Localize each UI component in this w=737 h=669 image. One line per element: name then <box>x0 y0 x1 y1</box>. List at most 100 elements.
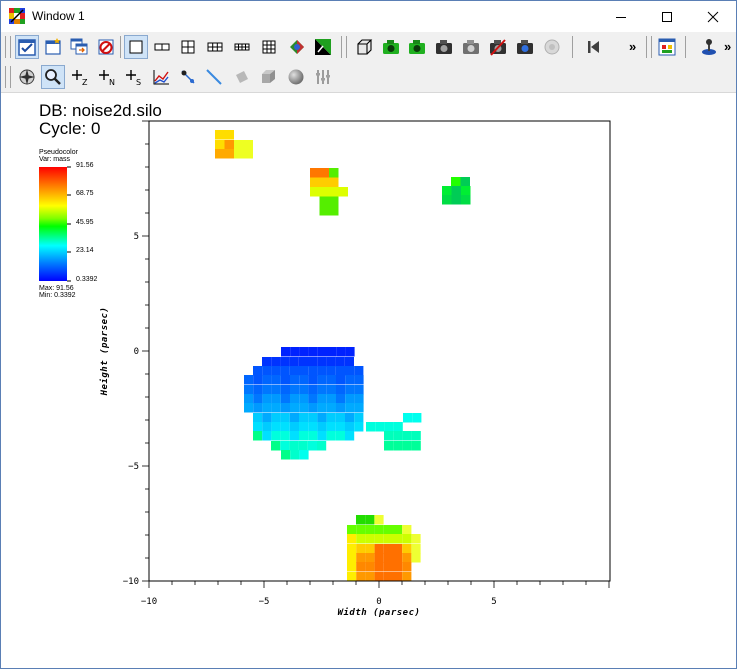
pseudocolor-cell <box>451 177 461 187</box>
pseudocolor-cell <box>224 149 234 159</box>
pseudocolor-cell <box>356 544 366 554</box>
pseudocolor-cell <box>299 347 309 357</box>
pseudocolor-cell <box>393 544 403 554</box>
pseudocolor-cell <box>224 130 234 140</box>
pseudocolor-cell <box>298 441 308 451</box>
pseudocolor-cell <box>402 441 412 451</box>
pseudocolor-cell <box>253 366 263 376</box>
pseudocolor-cell <box>326 366 336 376</box>
pseudocolor-cell <box>280 413 290 423</box>
pseudocolor-cell <box>308 403 318 413</box>
pseudocolor-cell <box>253 431 263 441</box>
pseudocolor-cell <box>329 196 339 206</box>
pseudocolor-cell <box>393 441 403 451</box>
pseudocolor-cell <box>326 394 336 404</box>
pseudocolor-cell <box>335 431 345 441</box>
pseudocolor-cell <box>224 140 234 150</box>
pseudocolor-cell <box>384 441 394 451</box>
pseudocolor-cell <box>317 375 327 385</box>
pseudocolor-cell <box>280 385 290 395</box>
pseudocolor-cell <box>356 562 366 572</box>
pseudocolor-cell <box>356 534 366 544</box>
pseudocolor-cell <box>345 413 355 423</box>
pseudocolor-cell <box>308 413 318 423</box>
pseudocolor-cells <box>215 130 471 582</box>
pseudocolor-cell <box>308 366 318 376</box>
pseudocolor-cell <box>365 515 375 525</box>
pseudocolor-cell <box>319 177 329 187</box>
pseudocolor-cell <box>290 394 300 404</box>
pseudocolor-cell <box>243 149 253 159</box>
pseudocolor-cell <box>271 394 281 404</box>
pseudocolor-cell <box>319 196 329 206</box>
pseudocolor-cell <box>402 553 412 563</box>
pseudocolor-cell <box>356 553 366 563</box>
pseudocolor-cell <box>374 562 384 572</box>
pseudocolor-cell <box>280 422 290 432</box>
visit-window: Window 1 » » Z N S DB: noise2d.silo Cycl… <box>0 0 737 669</box>
pseudocolor-cell <box>290 385 300 395</box>
pseudocolor-cell <box>345 422 355 432</box>
pseudocolor-cell <box>411 431 421 441</box>
pseudocolor-cell <box>308 347 318 357</box>
pseudocolor-cell <box>253 394 263 404</box>
pseudocolor-cell <box>244 385 254 395</box>
pseudocolor-cell <box>280 441 290 451</box>
pseudocolor-cell <box>319 168 329 178</box>
pseudocolor-cell <box>310 187 320 197</box>
pseudocolor-cell <box>298 357 308 367</box>
pseudocolor-cell <box>411 534 421 544</box>
pseudocolor-cell <box>374 553 384 563</box>
pseudocolor-cell <box>345 375 355 385</box>
pseudocolor-cell <box>326 385 336 395</box>
pseudocolor-cell <box>308 357 318 367</box>
pseudocolor-cell <box>461 195 471 205</box>
pseudocolor-cell <box>329 168 339 178</box>
pseudocolor-cell <box>326 431 336 441</box>
pseudocolor-cell <box>244 394 254 404</box>
pseudocolor-cell <box>308 394 318 404</box>
pseudocolor-cell <box>375 422 385 432</box>
pseudocolor-cell <box>262 357 272 367</box>
pseudocolor-cell <box>329 187 339 197</box>
pseudocolor-cell <box>290 375 300 385</box>
pseudocolor-cell <box>393 534 403 544</box>
pseudocolor-cell <box>234 140 244 150</box>
pseudocolor-plot[interactable]: −10 −5 0 5 5 0 −5 −10 Width (parsec) Hei… <box>1 1 736 668</box>
pseudocolor-cell <box>442 195 452 205</box>
pseudocolor-cell <box>271 366 281 376</box>
pseudocolor-cell <box>280 394 290 404</box>
pseudocolor-cell <box>262 375 272 385</box>
pseudocolor-cell <box>354 413 364 423</box>
pseudocolor-cell <box>317 441 327 451</box>
pseudocolor-cell <box>317 422 327 432</box>
pseudocolor-cell <box>336 403 346 413</box>
pseudocolor-cell <box>393 422 403 432</box>
pseudocolor-cell <box>442 186 452 196</box>
pseudocolor-cell <box>299 422 309 432</box>
pseudocolor-cell <box>345 366 355 376</box>
pseudocolor-cell <box>289 413 299 423</box>
pseudocolor-cell <box>345 431 355 441</box>
pseudocolor-cell <box>215 149 225 159</box>
pseudocolor-cell <box>329 206 339 216</box>
pseudocolor-cell <box>262 422 272 432</box>
pseudocolor-cell <box>393 572 403 582</box>
pseudocolor-cell <box>271 403 281 413</box>
pseudocolor-cell <box>271 357 281 367</box>
pseudocolor-cell <box>374 534 384 544</box>
pseudocolor-cell <box>290 403 300 413</box>
pseudocolor-cell <box>335 366 345 376</box>
pseudocolor-cell <box>253 413 263 423</box>
pseudocolor-cell <box>354 422 364 432</box>
pseudocolor-cell <box>289 441 299 451</box>
pseudocolor-cell <box>329 177 339 187</box>
pseudocolor-cell <box>411 544 421 554</box>
pseudocolor-cell <box>347 562 357 572</box>
pseudocolor-cell <box>299 403 309 413</box>
pseudocolor-cell <box>356 525 366 535</box>
pseudocolor-cell <box>403 413 413 423</box>
pseudocolor-cell <box>393 431 403 441</box>
x-tick-label: 0 <box>376 597 381 607</box>
pseudocolor-cell <box>326 375 336 385</box>
